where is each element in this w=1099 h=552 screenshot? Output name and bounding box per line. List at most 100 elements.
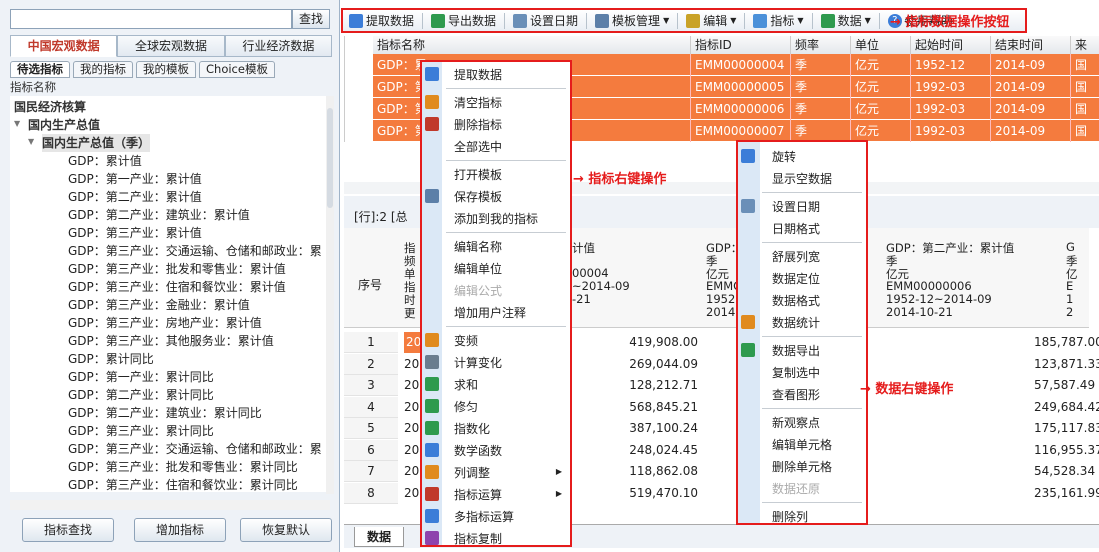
value-cell[interactable]: 175,117.83 [1034, 418, 1099, 439]
toolbar-button-3[interactable]: 设置日期 [513, 12, 578, 29]
menu-item[interactable]: 舒展列宽 [772, 248, 820, 265]
table-cell[interactable]: EMM00000005 [691, 76, 791, 98]
table-cell[interactable]: 季 [791, 76, 851, 98]
menu-item[interactable]: 数据导出 [772, 342, 820, 359]
table-cell[interactable]: 2014-09 [991, 120, 1071, 142]
menu-item[interactable]: 设置日期 [772, 198, 820, 215]
menu-item[interactable]: 查看图形 [772, 386, 820, 403]
table-cell[interactable]: 亿元 [851, 120, 911, 142]
tree-node[interactable]: GDP：第二产业：累计同比 [68, 386, 214, 404]
row-number[interactable]: 5 [344, 418, 398, 439]
row-number[interactable]: 7 [344, 461, 398, 482]
menu-item[interactable]: 数据统计 [772, 314, 820, 331]
table-cell[interactable]: 1952-12 [911, 54, 991, 76]
menu-item[interactable]: 指标复制 [454, 530, 502, 547]
find-indicator-button[interactable]: 指标查找 [22, 518, 114, 542]
table-cell[interactable]: 2014-09 [991, 98, 1071, 120]
tree-node[interactable]: GDP：第三产业：住宿和餐饮业：累计同比 [68, 476, 298, 492]
menu-item[interactable]: 指标运算 [454, 486, 502, 503]
tab-data[interactable]: 数据 [354, 527, 405, 547]
row-number[interactable]: 8 [344, 482, 398, 504]
menu-item[interactable]: 新观察点 [772, 414, 820, 431]
tree-node[interactable]: GDP：第一产业：累计同比 [68, 368, 214, 386]
menu-item[interactable]: 复制选中 [772, 364, 820, 381]
tree-scroll-thumb[interactable] [327, 108, 333, 208]
menu-item[interactable]: 编辑单位 [454, 260, 502, 277]
date-cell[interactable]: 20 [404, 354, 419, 375]
menu-item[interactable]: 指数化 [454, 420, 490, 437]
menu-item[interactable]: 打开模板 [454, 166, 502, 183]
menu-item[interactable]: 保存模板 [454, 188, 502, 205]
tree-node[interactable]: GDP：第一产业：累计值 [68, 170, 202, 188]
table-cell[interactable]: EMM00000006 [691, 98, 791, 120]
tab-global-macro[interactable]: 全球宏观数据 [117, 35, 225, 57]
menu-item[interactable]: 旋转 [772, 148, 796, 165]
menu-item[interactable]: 变频 [454, 332, 478, 349]
menu-item[interactable]: 数学函数 [454, 442, 502, 459]
table-cell[interactable]: 国 [1071, 76, 1099, 98]
tree-node[interactable]: GDP：第三产业：累计同比 [68, 422, 214, 440]
column-header[interactable]: 起始时间 [911, 36, 991, 54]
menu-item[interactable]: 数据格式 [772, 292, 820, 309]
date-cell[interactable]: 20 [404, 440, 419, 461]
restore-default-button[interactable]: 恢复默认 [240, 518, 332, 542]
table-cell[interactable]: 亿元 [851, 54, 911, 76]
table-cell[interactable]: 季 [791, 54, 851, 76]
tab-my-templates[interactable]: 我的模板 [136, 61, 196, 78]
toolbar-button-7[interactable]: 数据 ▼ [820, 12, 871, 29]
table-cell[interactable]: 1992-03 [911, 76, 991, 98]
menu-item[interactable]: 编辑名称 [454, 238, 502, 255]
tree-hscrollbar[interactable] [10, 500, 330, 510]
menu-item[interactable]: 求和 [454, 376, 478, 393]
column-header[interactable]: 来 [1071, 36, 1099, 54]
tree-node[interactable]: GDP：第二产业：建筑业：累计值 [68, 206, 250, 224]
date-cell[interactable]: 20 [404, 397, 419, 418]
collapse-toggle-icon[interactable]: ▼ [28, 137, 34, 146]
value-cell[interactable]: 54,528.34 [1034, 461, 1095, 482]
tree-node[interactable]: GDP：第三产业：批发和零售业：累计同比 [68, 458, 298, 476]
table-cell[interactable]: 2014-09 [991, 54, 1071, 76]
menu-item[interactable]: 日期格式 [772, 220, 820, 237]
toolbar-button-4[interactable]: 模板管理 ▼ [595, 12, 669, 29]
row-number[interactable]: 4 [344, 396, 398, 418]
menu-item[interactable]: 添加到我的指标 [454, 210, 538, 227]
tree-node[interactable]: GDP：第三产业：交通运输、仓储和邮政业：累 [68, 440, 322, 458]
table-cell[interactable]: 国 [1071, 120, 1099, 142]
column-header[interactable]: 指标名称 [373, 36, 691, 54]
toolbar-button-5[interactable]: 编辑 ▼ [686, 12, 736, 29]
value-cell[interactable]: 249,684.42 [1034, 397, 1099, 418]
tree-node[interactable]: 国民经济核算 [14, 98, 86, 116]
tree-node[interactable]: GDP：第三产业：房地产业：累计值 [68, 314, 262, 332]
value-cell[interactable]: 123,871.33 [1034, 354, 1099, 375]
menu-item[interactable]: 计算变化 [454, 354, 502, 371]
column-header[interactable]: 指标ID [691, 36, 791, 54]
row-number[interactable]: 2 [344, 353, 398, 375]
table-cell[interactable]: EMM00000004 [691, 54, 791, 76]
toolbar-button-2[interactable]: 导出数据 [431, 12, 496, 29]
menu-item[interactable]: 清空指标 [454, 94, 502, 111]
tree-node[interactable]: GDP：第二产业：建筑业：累计同比 [68, 404, 262, 422]
tree-node[interactable]: 国内生产总值 [28, 116, 100, 134]
row-number[interactable]: 6 [344, 439, 398, 461]
menu-item[interactable]: 列调整 [454, 464, 490, 481]
menu-item[interactable]: 编辑单元格 [772, 436, 832, 453]
tree-node[interactable]: GDP：累计值 [68, 152, 142, 170]
table-cell[interactable]: 国 [1071, 98, 1099, 120]
table-cell[interactable]: 亿元 [851, 76, 911, 98]
tree-node[interactable]: GDP：第三产业：住宿和餐饮业：累计值 [68, 278, 286, 296]
tree-node[interactable]: GDP：第二产业：累计值 [68, 188, 202, 206]
date-cell[interactable]: 20 [404, 375, 419, 396]
date-cell[interactable]: 20 [404, 418, 419, 439]
table-cell[interactable]: 1992-03 [911, 120, 991, 142]
toolbar-button-6[interactable]: 指标 ▼ [753, 12, 804, 29]
table-cell[interactable]: 季 [791, 98, 851, 120]
tab-candidate-indicators[interactable]: 待选指标 [10, 61, 70, 78]
menu-item[interactable]: 数据定位 [772, 270, 820, 287]
table-cell[interactable]: 季 [791, 120, 851, 142]
menu-item[interactable]: 删除指标 [454, 116, 502, 133]
tab-choice-templates[interactable]: Choice模板 [199, 61, 275, 78]
collapse-toggle-icon[interactable]: ▼ [14, 119, 20, 128]
table-cell[interactable]: 2014-09 [991, 76, 1071, 98]
value-cell[interactable]: 235,161.99 [1034, 483, 1099, 504]
tab-industry[interactable]: 行业经济数据 [224, 35, 332, 57]
